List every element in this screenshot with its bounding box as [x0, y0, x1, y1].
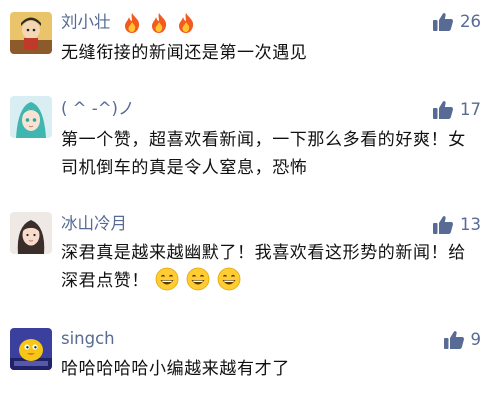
username[interactable]: ( ^ -^)ノ [61, 99, 134, 119]
fire-emoji-icon [152, 13, 167, 33]
avatar[interactable] [10, 328, 52, 370]
thumbs-up-icon[interactable] [432, 11, 454, 33]
fire-emoji-icon [179, 13, 194, 33]
username-text[interactable]: 冰山冷月 [61, 214, 127, 233]
thumbs-up-icon[interactable] [443, 329, 465, 351]
comment-item: singch 9 哈哈哈哈哈小编越来越有才了 [0, 320, 495, 400]
like-count: 17 [460, 100, 481, 119]
comment-item: 刘小壮 26 无缝衔接的新闻还是第一次遇见 [0, 0, 495, 80]
fire-emoji-icon [124, 13, 139, 33]
username-text[interactable]: 刘小壮 [61, 13, 111, 32]
comment-text-body: 深君真是越来越幽默了！我喜欢看这形势的新闻！给深君点赞！ [61, 243, 466, 291]
like-count: 13 [460, 215, 481, 234]
comment-text-body: 哈哈哈哈哈小编越来越有才了 [61, 359, 290, 379]
thumbs-up-icon[interactable] [432, 99, 454, 121]
comment-text-body: 第一个赞，超喜欢看新闻，一下那么多看的好爽！女司机倒车的真是令人窒息，恐怖 [61, 130, 466, 178]
grinning-face-emoji-icon [217, 267, 241, 291]
username-text[interactable]: singch [61, 329, 115, 348]
comment-item: 冰山冷月 13 深君真是越来越幽默了！我喜欢看这形势的新闻！给深君点赞！ [0, 210, 495, 310]
like-button[interactable]: 9 [443, 329, 482, 351]
like-count: 9 [470, 330, 482, 349]
comment-text[interactable]: 第一个赞，超喜欢看新闻，一下那么多看的好爽！女司机倒车的真是令人窒息，恐怖 [61, 126, 481, 182]
like-button[interactable]: 17 [432, 99, 481, 121]
avatar[interactable] [10, 212, 52, 254]
like-button[interactable]: 13 [432, 214, 481, 236]
comment-list: 刘小壮 26 无缝衔接的新闻还是第一次遇见 (^ -^)ノ 17 第一个赞，超… [0, 0, 495, 400]
comment-text-body: 无缝衔接的新闻还是第一次遇见 [61, 43, 308, 63]
username[interactable]: singch [61, 329, 115, 349]
avatar[interactable] [10, 12, 52, 54]
username[interactable]: 刘小壮 [61, 12, 198, 34]
username-text[interactable]: ( ^ -^)ノ [61, 99, 134, 118]
avatar[interactable] [10, 96, 52, 138]
comment-text[interactable]: 深君真是越来越幽默了！我喜欢看这形势的新闻！给深君点赞！ [61, 239, 481, 295]
comment-text[interactable]: 无缝衔接的新闻还是第一次遇见 [61, 39, 481, 67]
comment-text[interactable]: 哈哈哈哈哈小编越来越有才了 [61, 355, 481, 383]
like-count: 26 [460, 12, 481, 31]
comment-item: ( ^ -^)ノ 17 第一个赞，超喜欢看新闻，一下那么多看的好爽！女司机倒车的… [0, 96, 495, 200]
username[interactable]: 冰山冷月 [61, 214, 127, 234]
like-button[interactable]: 26 [432, 11, 481, 33]
thumbs-up-icon[interactable] [432, 214, 454, 236]
grinning-face-emoji-icon [186, 267, 210, 291]
grinning-face-emoji-icon [155, 267, 179, 291]
username-emoji-group [122, 12, 199, 34]
